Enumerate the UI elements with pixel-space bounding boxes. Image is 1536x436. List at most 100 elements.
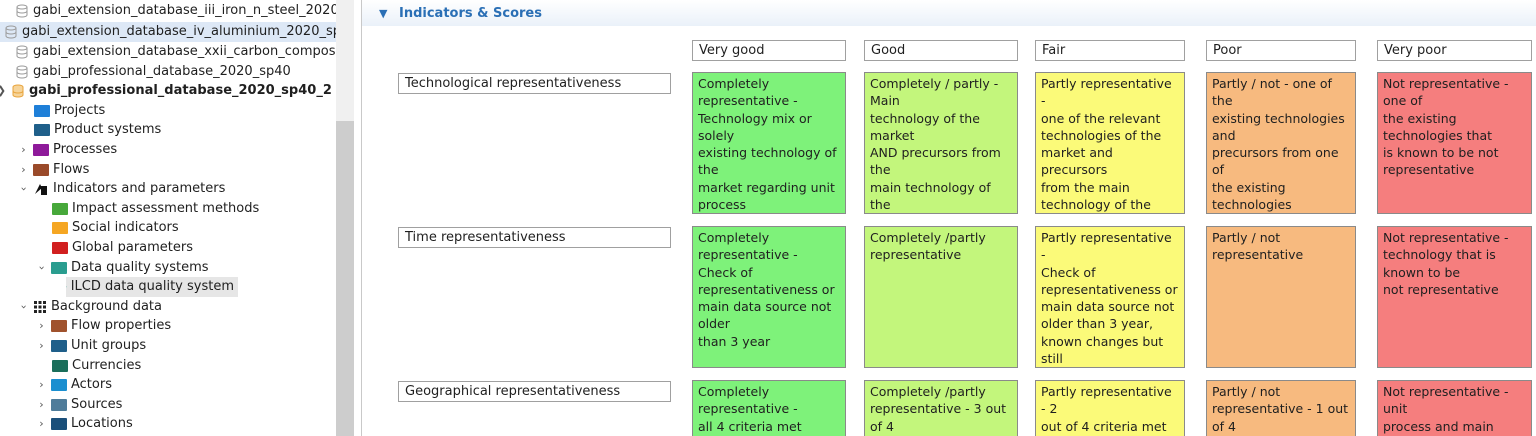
database-icon	[16, 45, 28, 59]
tree-item-product-systems[interactable]: Product systems	[34, 120, 161, 140]
indicator-name-field[interactable]: Technological representativeness	[398, 73, 671, 94]
score-cell[interactable]: Not representative - one of the existing…	[1377, 72, 1532, 214]
tree-item-processes[interactable]: › Processes	[18, 140, 117, 160]
navigator-tree: gabi_extension_database_iii_iron_n_steel…	[0, 0, 354, 436]
navigator-scrollbar-thumb[interactable]	[336, 121, 354, 436]
tree-item-db-professional-2[interactable]: ❯ gabi_professional_database_2020_sp40_2	[0, 81, 332, 101]
active-database-icon	[12, 84, 24, 98]
tree-item-label: Actors	[71, 377, 112, 392]
folder-icon	[52, 203, 68, 215]
chevron-down-icon[interactable]: ›	[14, 184, 34, 195]
tree-item-label: gabi_extension_database_iv_aluminium_202…	[22, 24, 354, 39]
tree-item-label: gabi_extension_database_iii_iron_n_steel…	[33, 3, 354, 18]
folder-icon	[51, 379, 67, 391]
score-cell[interactable]: Completely representative - all 4 criter…	[692, 380, 846, 436]
database-icon	[5, 25, 17, 39]
tree-item-label: Impact assessment methods	[72, 201, 260, 216]
score-cell[interactable]: Not representative - unit process and ma…	[1377, 380, 1532, 436]
tree-item-flows[interactable]: › Flows	[18, 160, 89, 180]
score-cell[interactable]: Completely representative - Check of rep…	[692, 226, 846, 368]
folder-icon	[51, 262, 67, 274]
score-cell[interactable]: Completely /partly representative	[864, 226, 1018, 368]
tree-item-projects[interactable]: Projects	[34, 101, 105, 121]
tree-item-impact-methods[interactable]: Impact assessment methods	[52, 199, 259, 219]
tree-item-social-indicators[interactable]: Social indicators	[52, 218, 179, 238]
section-title: Indicators & Scores	[399, 5, 542, 21]
folder-icon	[51, 340, 67, 352]
score-header-good[interactable]: Good	[864, 40, 1018, 61]
editor-pane: ▼ Indicators & Scores Very good Good Fai…	[362, 0, 1536, 436]
tree-item-label: Projects	[54, 103, 106, 118]
score-cell[interactable]: Partly representative - one of the relev…	[1035, 72, 1185, 214]
indicator-name-field[interactable]: Geographical representativeness	[398, 381, 671, 402]
tree-item-label: Flow properties	[71, 318, 172, 333]
chevron-down-icon[interactable]: ❯	[0, 81, 7, 101]
chevron-right-icon[interactable]: ›	[18, 140, 29, 160]
tree-item-unit-groups[interactable]: › Unit groups	[36, 336, 146, 356]
score-header-very-good[interactable]: Very good	[692, 40, 846, 61]
indicators-icon	[35, 184, 47, 195]
tree-item-background-data[interactable]: › Background data	[18, 297, 162, 317]
tree-item-db-aluminium[interactable]: gabi_extension_database_iv_aluminium_202…	[0, 22, 354, 42]
tree-item-flow-properties[interactable]: › Flow properties	[36, 316, 171, 336]
folder-icon	[52, 222, 68, 234]
score-cell[interactable]: Completely /partly representative - 3 ou…	[864, 380, 1018, 436]
tree-item-ilcd-dq-system[interactable]: ILCD data quality system	[66, 277, 238, 297]
chevron-right-icon[interactable]: ›	[18, 160, 29, 180]
tree-item-label: gabi_professional_database_2020_sp40	[33, 64, 291, 79]
tree-item-label: gabi_professional_database_2020_sp40_2	[29, 83, 332, 98]
score-cell[interactable]: Partly / not representative - 1 out of 4	[1206, 380, 1356, 436]
tree-item-label: Background data	[51, 299, 162, 314]
database-icon	[16, 65, 28, 79]
section-header[interactable]: ▼ Indicators & Scores	[362, 0, 1536, 26]
tree-item-label: Sources	[71, 397, 123, 412]
tree-item-label: Data quality systems	[71, 260, 209, 275]
chevron-right-icon[interactable]: ›	[36, 336, 47, 356]
tree-item-currencies[interactable]: Currencies	[52, 356, 141, 376]
score-cell[interactable]: Not representative - technology that is …	[1377, 226, 1532, 368]
chevron-right-icon[interactable]: ›	[36, 414, 47, 434]
folder-icon	[52, 242, 68, 254]
score-header-poor[interactable]: Poor	[1206, 40, 1356, 61]
tree-item-global-parameters[interactable]: Global parameters	[52, 238, 193, 258]
tree-item-label: gabi_extension_database_xxii_carbon_comp…	[33, 44, 354, 59]
tree-item-db-iron-steel[interactable]: gabi_extension_database_iii_iron_n_steel…	[0, 1, 354, 21]
section-collapse-icon[interactable]: ▼	[379, 7, 389, 20]
tree-item-label: Indicators and parameters	[53, 181, 226, 196]
score-cell[interactable]: Completely / partly - Main technology of…	[864, 72, 1018, 214]
folder-icon	[51, 418, 67, 430]
score-cell[interactable]: Partly representative - Check of represe…	[1035, 226, 1185, 368]
score-cell[interactable]: Completely representative - Technology m…	[692, 72, 846, 214]
chevron-right-icon[interactable]: ›	[36, 375, 47, 395]
score-cell[interactable]: Partly / not - one of the existing techn…	[1206, 72, 1356, 214]
database-icon	[16, 4, 28, 18]
chevron-right-icon[interactable]: ›	[36, 395, 47, 415]
background-data-icon	[34, 301, 46, 313]
tree-item-label: Locations	[71, 416, 133, 431]
chevron-right-icon[interactable]: ›	[36, 316, 47, 336]
folder-icon	[33, 144, 49, 156]
tree-item-dq-systems[interactable]: › Data quality systems	[36, 258, 209, 278]
tree-item-label: Currencies	[72, 358, 142, 373]
tree-item-label: Product systems	[54, 122, 162, 137]
score-header-very-poor[interactable]: Very poor	[1377, 40, 1532, 61]
folder-icon	[33, 164, 49, 176]
tree-item-label: Flows	[53, 162, 90, 177]
tree-item-db-carbon[interactable]: gabi_extension_database_xxii_carbon_comp…	[0, 42, 354, 62]
folder-icon	[34, 105, 50, 117]
indicator-name-field[interactable]: Time representativeness	[398, 227, 671, 248]
folder-icon	[51, 320, 67, 332]
folder-icon	[34, 124, 50, 136]
chevron-down-icon[interactable]: ›	[14, 302, 34, 313]
score-cell[interactable]: Partly representative - 2 out of 4 crite…	[1035, 380, 1185, 436]
tree-item-label: Social indicators	[72, 220, 179, 235]
tree-item-actors[interactable]: › Actors	[36, 375, 112, 395]
tree-item-label: Unit groups	[71, 338, 147, 353]
tree-item-sources[interactable]: › Sources	[36, 395, 122, 415]
score-header-fair[interactable]: Fair	[1035, 40, 1185, 61]
tree-item-db-professional[interactable]: gabi_professional_database_2020_sp40	[0, 62, 291, 82]
score-cell[interactable]: Partly / not representative	[1206, 226, 1356, 368]
tree-item-locations[interactable]: › Locations	[36, 414, 133, 434]
chevron-down-icon[interactable]: ›	[32, 263, 52, 274]
tree-item-indicators[interactable]: › Indicators and parameters	[18, 179, 226, 199]
